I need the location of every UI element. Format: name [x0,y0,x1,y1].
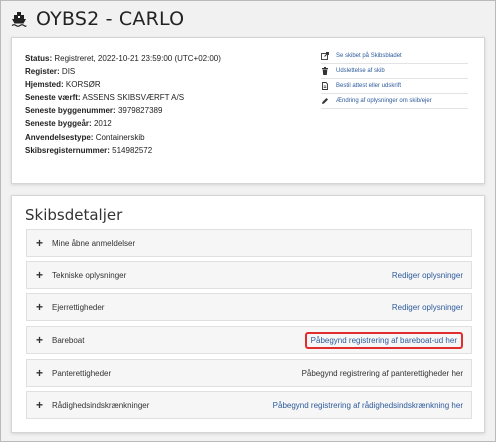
info-row-byggenummer: Seneste byggenummer: 3979827389 [25,104,221,117]
info-value: Containerskib [95,132,145,142]
accordion-label[interactable]: Bareboat [52,336,305,345]
details-heading: Skibsdetaljer [25,206,123,224]
info-row-vaerft: Seneste værft: ASSENS SKIBSVÆRFT A/S [25,91,221,104]
raadighedsindskraenkning-registration-link[interactable]: Påbegynd registrering af rådighedsindskr… [273,401,463,410]
info-row-anvendelsestype: Anvendelsestype: Containerskib [25,131,221,144]
external-link-icon [321,52,329,60]
accordion-label[interactable]: Rådighedsindskrænkninger [52,401,273,410]
ship-info-card: Status: Registreret, 2022-10-21 23:59:00… [11,37,485,184]
bareboat-registration-link[interactable]: Påbegynd registrering af bareboat-ud her [304,331,463,349]
action-label[interactable]: Se skibet på Skibsbladet [336,53,402,59]
info-label: Seneste byggenummer: [25,106,116,116]
page-header: OYBS2 - CARLO [11,7,184,31]
page-title: OYBS2 - CARLO [36,8,185,30]
info-value: ASSENS SKIBSVÆRFT A/S [82,93,185,103]
info-row-status: Status: Registreret, 2022-10-21 23:59:00… [25,52,221,65]
accordion-label[interactable]: Tekniske oplysninger [52,271,392,280]
info-row-register: Register: DIS [25,65,221,78]
accordion-label[interactable]: Ejerrettigheder [52,303,392,312]
accordion-tekniske-oplysninger[interactable]: + Tekniske oplysninger Rediger oplysning… [26,261,472,289]
panterettigheder-registration-link[interactable]: Påbegynd registrering af panterettighede… [302,369,463,378]
action-skibsbladet-link[interactable]: Se skibet på Skibsbladet [321,49,468,64]
info-row-hjemsted: Hjemsted: KORSØR [25,78,221,91]
ship-icon [11,11,27,27]
info-label: Status: [25,54,53,63]
action-attest-link[interactable]: Bestil attest eller udskrift [321,79,468,94]
info-value: Registreret, 2022-10-21 23:59:00 (UTC+02… [54,54,221,63]
action-aendring-link[interactable]: Ændring af oplysninger om skib/ejer [321,94,468,109]
info-label: Seneste byggeår: [25,119,92,129]
info-label: Register: [25,67,60,77]
info-label: Anvendelsestype: [25,132,94,142]
ship-details-card: Skibsdetaljer + Mine åbne anmeldelser + … [11,195,485,433]
accordion-label[interactable]: Mine åbne anmeldelser [52,239,463,248]
info-label: Skibsregisternummer: [25,145,110,155]
info-row-byggeaar: Seneste byggeår: 2012 [25,117,221,130]
ship-actions-list: Se skibet på Skibsbladet Udslettelse af … [321,49,468,109]
action-label[interactable]: Udslettelse af skib [336,68,385,74]
action-udslettelse-link[interactable]: Udslettelse af skib [321,64,468,79]
info-value: 514982572 [112,145,153,155]
accordion-panterettigheder[interactable]: + Panterettigheder Påbegynd registrering… [26,359,472,387]
expand-plus-icon[interactable]: + [36,268,52,282]
expand-plus-icon[interactable]: + [36,366,52,380]
pencil-icon [321,97,329,105]
expand-plus-icon[interactable]: + [36,236,52,250]
info-label: Seneste værft: [25,93,81,103]
info-row-skibsregisternummer: Skibsregisternummer: 514982572 [25,144,221,157]
rediger-oplysninger-link[interactable]: Rediger oplysninger [392,271,463,280]
accordion-mine-aabne-anmeldelser[interactable]: + Mine åbne anmeldelser [26,229,472,257]
expand-plus-icon[interactable]: + [36,333,52,347]
accordion-bareboat[interactable]: + Bareboat Påbegynd registrering af bare… [26,326,472,354]
info-value: 2012 [93,119,112,129]
info-value: 3979827389 [117,106,163,116]
action-label[interactable]: Ændring af oplysninger om skib/ejer [336,98,432,104]
accordion-ejerrettigheder[interactable]: + Ejerrettigheder Rediger oplysninger [26,293,472,321]
expand-plus-icon[interactable]: + [36,398,52,412]
rediger-oplysninger-link[interactable]: Rediger oplysninger [392,303,463,312]
info-value: DIS [61,67,76,77]
accordion-label[interactable]: Panterettigheder [52,369,302,378]
action-label[interactable]: Bestil attest eller udskrift [336,83,401,89]
document-icon [321,82,329,90]
expand-plus-icon[interactable]: + [36,300,52,314]
info-label: Hjemsted: [25,80,64,90]
accordion-raadighedsindskraenkninger[interactable]: + Rådighedsindskrænkninger Påbegynd regi… [26,391,472,419]
ship-info-list: Status: Registreret, 2022-10-21 23:59:00… [25,52,221,157]
trash-icon [321,67,329,75]
info-value: KORSØR [65,80,101,90]
